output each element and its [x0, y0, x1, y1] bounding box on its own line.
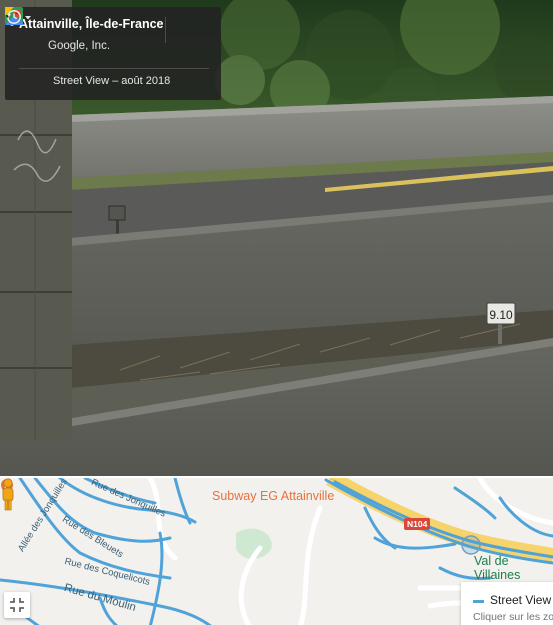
card-divider [19, 68, 209, 69]
road-shield: N104 [404, 518, 431, 530]
collapse-map-button[interactable] [4, 592, 30, 618]
poi-label[interactable]: Subway EG Attainville [212, 489, 334, 503]
street-view-panorama[interactable]: 9.10 Attainville, Île-de-France Google, … [0, 0, 553, 476]
street-view-legend[interactable]: Street View Cliquer sur les zo [461, 582, 553, 625]
place-title[interactable]: Attainville, Île-de-France [19, 17, 163, 31]
publisher-name: Google, Inc. [48, 40, 111, 52]
kilometer-sign-text: 9.10 [489, 308, 513, 322]
collapse-icon [10, 598, 24, 612]
legend-hint: Cliquer sur les zo [473, 611, 553, 623]
street-view-info-card: Attainville, Île-de-France Google, Inc. [5, 7, 221, 100]
minimap[interactable]: Allée des Jonquilles Rue des Jonquilles … [0, 476, 553, 625]
pegman-icon[interactable] [0, 478, 16, 512]
town-label: Val de Villaines [474, 554, 521, 582]
card-divider [165, 17, 166, 43]
history-icon[interactable] [5, 7, 35, 27]
coverage-line-swatch [473, 600, 484, 603]
capture-date: Street View – août 2018 [53, 75, 171, 87]
legend-title: Street View [490, 593, 552, 607]
